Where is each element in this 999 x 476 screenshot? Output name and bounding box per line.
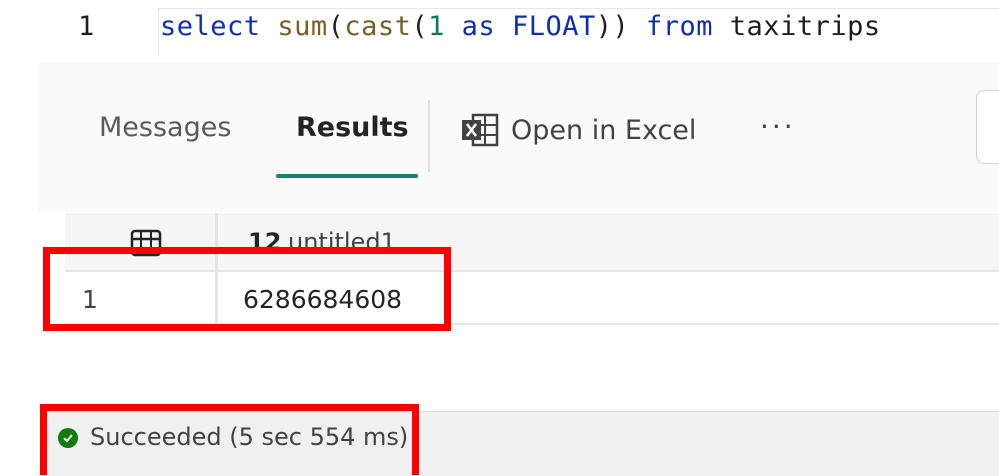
toolbar-divider bbox=[428, 100, 430, 172]
line-number: 1 bbox=[78, 11, 95, 42]
excel-icon bbox=[462, 113, 499, 147]
active-tab-indicator bbox=[276, 174, 418, 178]
tab-results[interactable]: Results bbox=[296, 112, 409, 143]
code-function-sum: sum bbox=[277, 11, 328, 42]
code-table-name: taxitrips bbox=[729, 11, 881, 42]
code-keyword-select: select bbox=[160, 11, 261, 42]
code-keyword-from: from bbox=[629, 11, 730, 42]
code-keyword-as: as bbox=[444, 11, 512, 42]
open-in-excel-label: Open in Excel bbox=[511, 114, 697, 146]
code-function-cast: cast bbox=[344, 11, 412, 42]
highlight-box-result bbox=[43, 247, 451, 331]
code-paren: ( bbox=[411, 11, 429, 42]
code-keyword-float: FLOAT bbox=[511, 11, 596, 42]
sql-editor[interactable]: 1 select sum(cast(1 as FLOAT)) from taxi… bbox=[0, 0, 999, 55]
highlight-box-status bbox=[40, 404, 419, 475]
tab-messages[interactable]: Messages bbox=[99, 112, 231, 143]
code-number: 1 bbox=[428, 11, 445, 42]
code-paren: )) bbox=[595, 11, 630, 42]
code-line[interactable]: select sum(cast(1 as FLOAT)) from taxitr… bbox=[160, 13, 881, 40]
code-paren: ( bbox=[327, 11, 345, 42]
open-in-excel-button[interactable]: Open in Excel bbox=[461, 106, 696, 154]
toolbar-right-control[interactable] bbox=[976, 90, 999, 164]
more-options-button[interactable]: ··· bbox=[760, 110, 796, 143]
